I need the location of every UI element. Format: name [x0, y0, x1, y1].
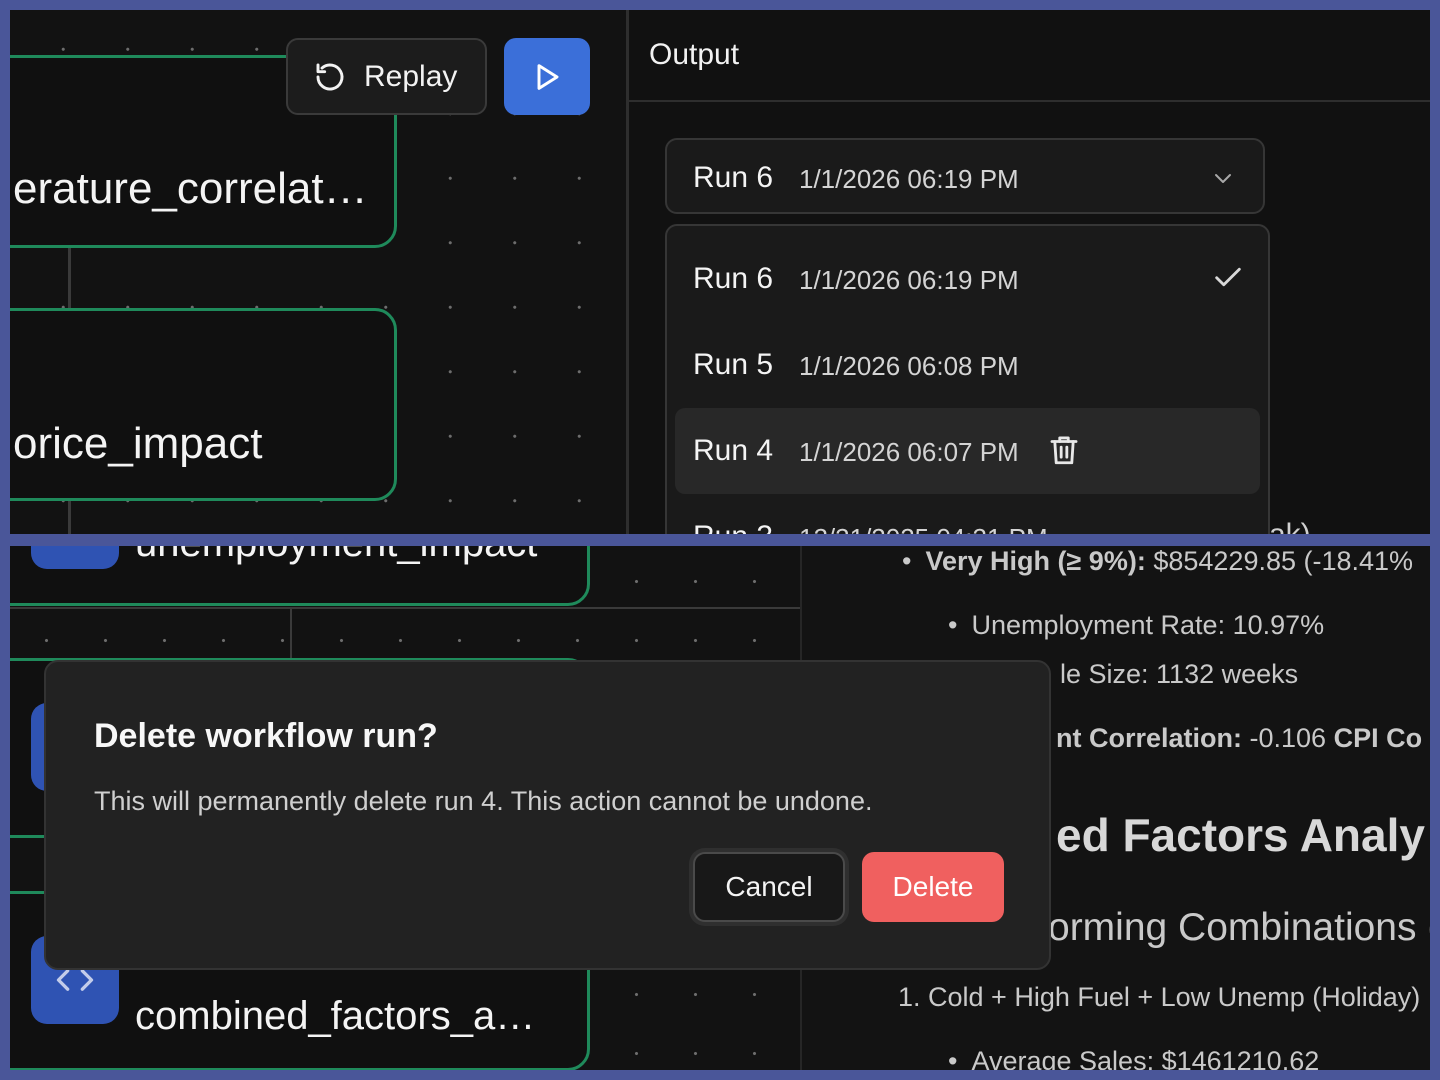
report-line-correlation: nt Correlation: -0.106 CPI Co	[1056, 723, 1422, 754]
correlation-label: nt Correlation:	[1056, 723, 1242, 753]
delete-button[interactable]: Delete	[862, 852, 1004, 922]
report-subheading: orming Combinations (	[1048, 906, 1430, 949]
replay-icon	[316, 63, 344, 90]
run-option-name: Run 4	[693, 434, 774, 467]
output-panel: Output Run 6 1/1/2026 06:19 PM Run 6 1/1…	[626, 10, 1430, 534]
run-option-6[interactable]: Run 6 1/1/2026 06:19 PM	[667, 236, 1268, 322]
run-option-date: 1/1/2026 06:07 PM	[799, 437, 1019, 467]
bullet: •	[902, 546, 912, 576]
trash-icon[interactable]	[1047, 432, 1081, 468]
node-type-icon	[31, 546, 119, 569]
workflow-node-price-impact[interactable]: orice_impact	[10, 308, 397, 501]
bullet: •	[948, 610, 958, 640]
node-title: unemployment_impact	[135, 546, 537, 566]
cpi-label: CPI Co	[1333, 723, 1423, 753]
run-option-date: 1/1/2026 06:08 PM	[799, 351, 1019, 381]
run-option-5[interactable]: Run 5 1/1/2026 06:08 PM	[667, 322, 1268, 408]
output-title: Output	[649, 38, 740, 71]
run-option-name: Run 5	[693, 348, 774, 381]
replay-button[interactable]: Replay	[286, 38, 487, 115]
average-sales: Average Sales: $1461210.62	[971, 1046, 1320, 1070]
replay-label: Replay	[364, 59, 458, 93]
report-line-sample-size: le Size: 1132 weeks	[1060, 659, 1298, 690]
very-high-label: Very High (≥ 9%):	[925, 546, 1146, 576]
dialog-message: This will permanently delete run 4. This…	[94, 786, 873, 816]
run-option-name: Run 6	[693, 262, 774, 295]
selected-run-name: Run 6	[693, 161, 774, 194]
report-line-very-high: • Very High (≥ 9%): $854229.85 (-18.41%	[902, 546, 1413, 577]
node-connector	[290, 607, 292, 661]
bullet: •	[948, 1046, 958, 1070]
report-heading: ed Factors Analy	[1056, 809, 1425, 861]
run-select[interactable]: Run 6 1/1/2026 06:19 PM	[665, 138, 1265, 214]
node-connector	[68, 498, 71, 534]
run-workflow-button[interactable]	[504, 38, 590, 115]
correlation-value: -0.106	[1249, 723, 1327, 753]
dialog-title: Delete workflow run?	[94, 717, 438, 755]
run-option-name: Run 3	[693, 520, 773, 534]
unemployment-rate: Unemployment Rate: 10.97%	[971, 610, 1325, 640]
workflow-node-unemployment-impact[interactable]: unemployment_impact	[10, 546, 590, 606]
check-icon	[1215, 267, 1241, 287]
very-high-value: $854229.85 (-18.41%	[1153, 546, 1414, 576]
report-line-unemployment-rate: • Unemployment Rate: 10.97%	[948, 610, 1324, 641]
chevron-down-icon	[1215, 174, 1231, 183]
run-option-date: 12/31/2025 04:31 PM	[799, 523, 1048, 534]
node-connector	[68, 246, 71, 310]
node-connector	[10, 607, 800, 609]
sample-size: le Size: 1132 weeks	[1060, 659, 1299, 689]
delete-run-dialog: Delete workflow run? This will permanent…	[44, 660, 1051, 970]
cancel-button[interactable]: Cancel	[693, 852, 845, 922]
play-icon	[537, 63, 559, 90]
node-title: combined_factors_a…	[135, 994, 536, 1038]
output-text-fragment: ak)	[1269, 518, 1311, 534]
output-header: Output	[629, 10, 1430, 102]
run-option-4[interactable]: Run 4 1/1/2026 06:07 PM	[675, 408, 1260, 494]
node-title: orice_impact	[13, 419, 263, 468]
run-option-date: 1/1/2026 06:19 PM	[799, 265, 1019, 295]
run-dropdown-menu: Run 6 1/1/2026 06:19 PM Run 5 1/1/2026 0…	[665, 224, 1270, 534]
node-title: erature_correlat…	[13, 164, 368, 213]
bottom-screenshot-panel: unemployment_impact combined_factors_a… …	[10, 546, 1430, 1070]
run-option-3[interactable]: Run 3 12/31/2025 04:31 PM	[667, 494, 1268, 534]
selected-run-date: 1/1/2026 06:19 PM	[799, 164, 1019, 194]
workflow-canvas[interactable]: erature_correlat… orice_impact Replay	[10, 10, 626, 534]
report-line-average-sales: • Average Sales: $1461210.62	[948, 1046, 1319, 1070]
top-screenshot-panel: erature_correlat… orice_impact Replay Ou…	[10, 10, 1430, 534]
report-list-item: 1. Cold + High Fuel + Low Unemp (Holiday…	[898, 982, 1421, 1012]
